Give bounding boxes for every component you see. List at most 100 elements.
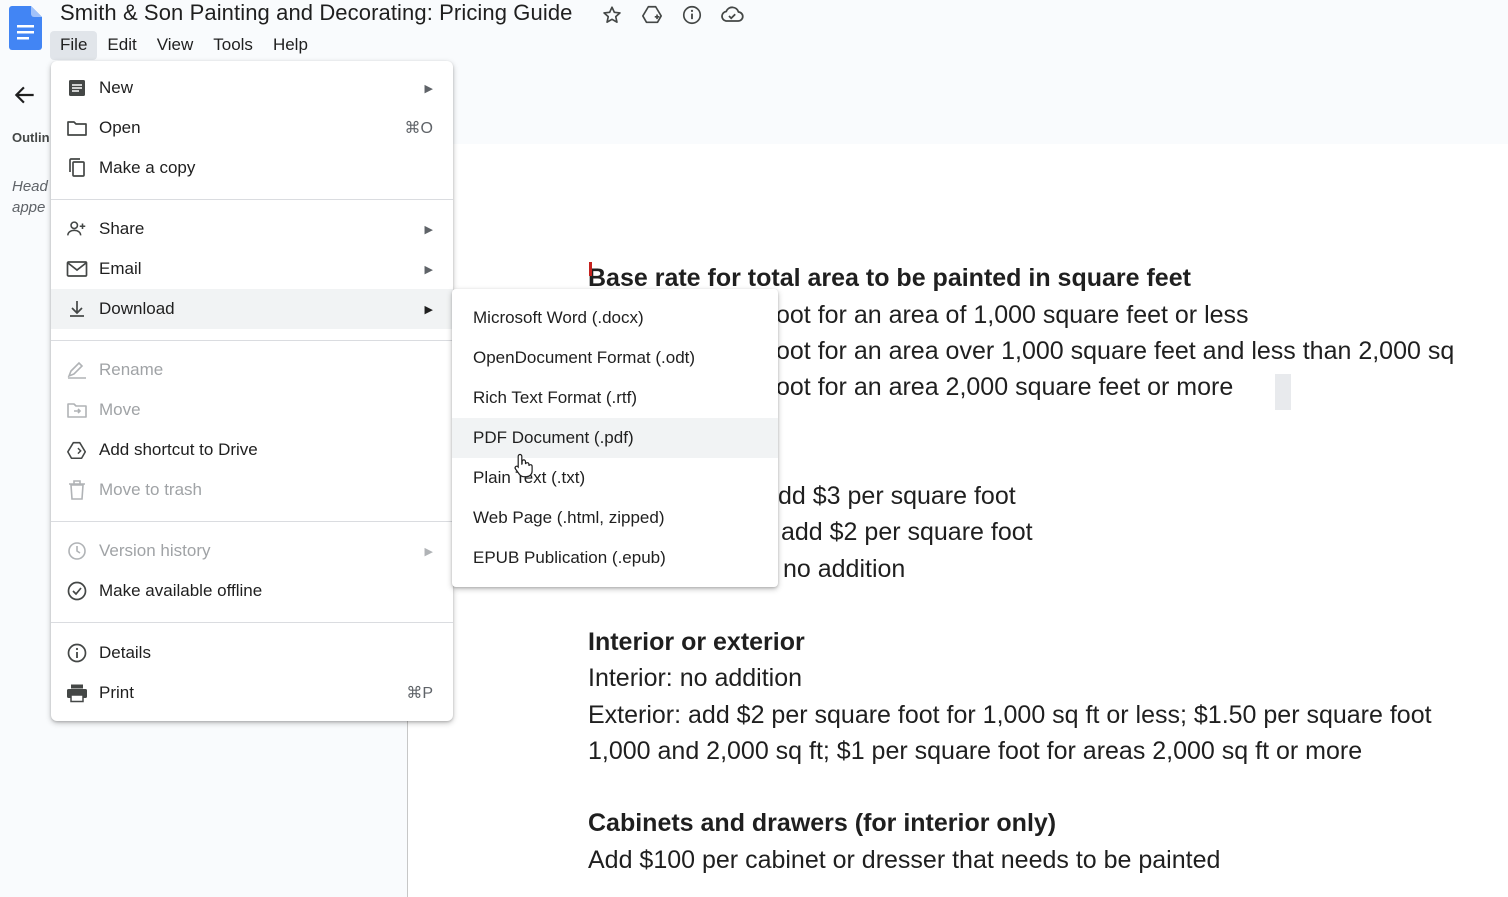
outline-hint-line-2: appe xyxy=(12,199,46,216)
menu-item-open[interactable]: Open ⌘O xyxy=(51,108,453,148)
menu-item-download[interactable]: Download ▶ xyxy=(51,289,453,329)
cloud-saved-icon[interactable] xyxy=(718,3,746,27)
outline-hint-line-1: Head xyxy=(12,178,48,195)
doc-line[interactable]: oot for an area over 1,000 square feet a… xyxy=(776,337,1454,366)
menu-item-add-shortcut[interactable]: Add shortcut to Drive xyxy=(51,430,453,470)
drive-shortcut-icon xyxy=(66,439,88,461)
menu-item-move-to-trash[interactable]: Move to trash xyxy=(51,470,453,510)
menu-item-label: Download xyxy=(99,299,175,318)
download-option-odt[interactable]: OpenDocument Format (.odt) xyxy=(452,338,778,378)
submenu-arrow-icon: ▶ xyxy=(424,223,433,236)
doc-line[interactable]: Exterior: add $2 per square foot for 1,0… xyxy=(588,701,1432,730)
submenu-arrow-icon: ▶ xyxy=(424,545,433,558)
star-icon[interactable] xyxy=(598,3,626,27)
printer-icon xyxy=(66,682,88,704)
outline-hint: Head appe xyxy=(12,176,50,218)
menu-item-label: Email xyxy=(99,259,142,278)
docs-logo[interactable] xyxy=(9,6,42,50)
move-to-drive-icon[interactable] xyxy=(638,3,666,27)
folder-icon xyxy=(66,117,88,139)
menu-separator xyxy=(51,340,453,341)
menu-item-label: Move to trash xyxy=(99,480,202,499)
menu-item-available-offline[interactable]: Make available offline xyxy=(51,571,453,611)
submenu-item-label: Web Page (.html, zipped) xyxy=(473,508,665,527)
download-option-rtf[interactable]: Rich Text Format (.rtf) xyxy=(452,378,778,418)
doc-line[interactable]: oot for an area of 1,000 square feet or … xyxy=(776,301,1249,330)
doc-line[interactable]: no addition xyxy=(783,555,905,584)
menu-item-label: Open xyxy=(99,118,141,137)
menu-item-label: Rename xyxy=(99,360,164,379)
submenu-arrow-icon: ▶ xyxy=(424,82,433,95)
download-option-pdf[interactable]: PDF Document (.pdf) xyxy=(452,418,778,458)
rename-pencil-icon xyxy=(66,359,88,381)
menu-item-new[interactable]: New ▶ xyxy=(51,68,453,108)
download-option-html[interactable]: Web Page (.html, zipped) xyxy=(452,498,778,538)
submenu-item-label: OpenDocument Format (.odt) xyxy=(473,348,696,367)
menu-item-make-copy[interactable]: Make a copy xyxy=(51,148,453,188)
doc-line[interactable]: oot for an area 2,000 square feet or mor… xyxy=(776,373,1233,402)
menu-item-label: Version history xyxy=(99,541,211,560)
menu-item-label: Details xyxy=(99,643,151,662)
menu-bar: File Edit View Tools Help xyxy=(50,31,318,60)
download-icon xyxy=(66,298,88,320)
submenu-item-label: EPUB Publication (.epub) xyxy=(473,548,666,567)
menu-file[interactable]: File xyxy=(50,31,98,60)
doc-line[interactable]: dd $3 per square foot xyxy=(778,482,1016,511)
document-title[interactable]: Smith & Son Painting and Decorating: Pri… xyxy=(60,0,573,26)
toolbar-ruler-area xyxy=(453,62,1508,145)
doc-line[interactable]: Add $100 per cabinet or dresser that nee… xyxy=(588,846,1220,875)
info-icon[interactable] xyxy=(678,3,706,27)
menu-item-rename[interactable]: Rename xyxy=(51,350,453,390)
menu-item-label: Make a copy xyxy=(99,158,196,177)
menu-separator xyxy=(51,199,453,200)
doc-heading-interior-exterior[interactable]: Interior or exterior xyxy=(588,628,805,657)
file-menu: New ▶ Open ⌘O Make a copy Share ▶ Email … xyxy=(51,61,453,721)
copy-icon xyxy=(66,157,88,179)
menu-item-version-history[interactable]: Version history ▶ xyxy=(51,531,453,571)
trash-icon xyxy=(66,479,88,501)
download-option-docx[interactable]: Microsoft Word (.docx) xyxy=(452,298,778,338)
download-option-txt[interactable]: Plain Text (.txt) xyxy=(452,458,778,498)
move-folder-icon xyxy=(66,399,88,421)
envelope-icon xyxy=(66,258,88,280)
menu-item-move[interactable]: Move xyxy=(51,390,453,430)
hand-pointer-icon xyxy=(513,452,535,478)
menu-separator xyxy=(51,622,453,623)
download-submenu: Microsoft Word (.docx) OpenDocument Form… xyxy=(452,289,778,587)
menu-tools[interactable]: Tools xyxy=(203,31,263,60)
menu-item-label: Move xyxy=(99,400,141,419)
shortcut-label: ⌘O xyxy=(404,120,433,137)
submenu-arrow-icon: ▶ xyxy=(424,263,433,276)
menu-item-email[interactable]: Email ▶ xyxy=(51,249,453,289)
menu-item-print[interactable]: Print ⌘P xyxy=(51,673,453,713)
menu-item-details[interactable]: Details xyxy=(51,633,453,673)
menu-item-label: Print xyxy=(99,683,134,702)
menu-item-label: Add shortcut to Drive xyxy=(99,440,258,459)
document-icon xyxy=(66,77,88,99)
doc-line[interactable]: 1,000 and 2,000 sq ft; $1 per square foo… xyxy=(588,737,1362,766)
offline-check-icon xyxy=(66,580,88,602)
share-person-icon xyxy=(66,218,88,240)
outline-divider xyxy=(407,720,408,897)
shortcut-label: ⌘P xyxy=(406,685,433,702)
menu-edit[interactable]: Edit xyxy=(97,31,146,60)
submenu-item-label: Rich Text Format (.rtf) xyxy=(473,388,638,407)
history-icon xyxy=(66,540,88,562)
outline-label: Outlin xyxy=(12,130,50,145)
text-cursor xyxy=(589,262,592,276)
back-arrow-icon[interactable] xyxy=(12,82,38,108)
menu-item-share[interactable]: Share ▶ xyxy=(51,209,453,249)
menu-separator xyxy=(51,521,453,522)
submenu-arrow-icon: ▶ xyxy=(424,303,433,316)
doc-line[interactable]: add $2 per square foot xyxy=(781,518,1033,547)
menu-help[interactable]: Help xyxy=(263,31,318,60)
doc-heading-cabinets[interactable]: Cabinets and drawers (for interior only) xyxy=(588,809,1056,838)
submenu-item-label: PDF Document (.pdf) xyxy=(473,428,634,447)
menu-item-label: Make available offline xyxy=(99,581,263,600)
doc-line[interactable]: Interior: no addition xyxy=(588,664,802,693)
selection-highlight xyxy=(1275,374,1291,410)
download-option-epub[interactable]: EPUB Publication (.epub) xyxy=(452,538,778,578)
menu-item-label: Share xyxy=(99,219,145,238)
info-icon xyxy=(66,642,88,664)
menu-view[interactable]: View xyxy=(147,31,204,60)
